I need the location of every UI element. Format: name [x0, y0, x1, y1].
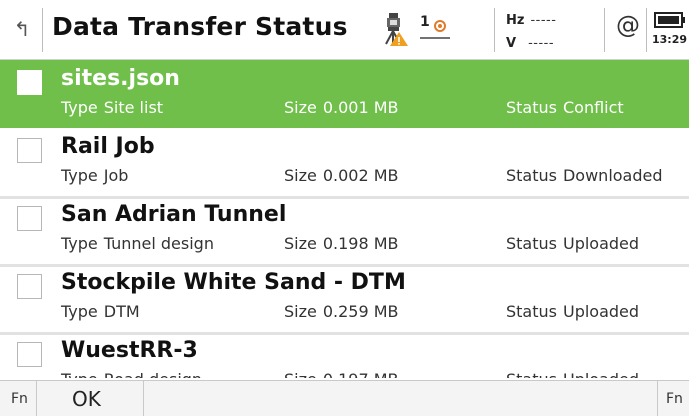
- divider: [657, 381, 658, 416]
- list-item[interactable]: sites.json Type Site list Size 0.001 MB St…: [0, 60, 689, 128]
- divider: [494, 8, 495, 52]
- transfer-list: sites.json Type Site list Size 0.001 MB St…: [0, 60, 689, 378]
- instrument-warning-icon[interactable]: [382, 12, 408, 46]
- row-checkbox[interactable]: [17, 70, 42, 95]
- battery-icon: [654, 12, 685, 28]
- satellite-icon[interactable]: [418, 16, 452, 42]
- item-name: Stockpile White Sand - DTM: [61, 270, 406, 295]
- row-checkbox[interactable]: [17, 342, 42, 367]
- divider: [143, 381, 144, 416]
- hz-readout: Hz -----: [506, 13, 557, 28]
- item-type: Type Tunnel design: [61, 234, 214, 253]
- item-size: Size 0.198 MB: [284, 234, 399, 253]
- item-status: StatusUploaded: [506, 370, 639, 378]
- divider: [36, 381, 37, 416]
- row-checkbox[interactable]: [17, 138, 42, 163]
- item-type: Type Site list: [61, 98, 164, 117]
- list-item[interactable]: Stockpile White Sand - DTM Type DTM Size 0…: [0, 264, 689, 332]
- item-status: StatusUploaded: [506, 302, 640, 321]
- item-status: Status Downloaded: [506, 166, 663, 185]
- title-bar: ↰ Data Transfer Status 1 Hz ----- V ----- …: [0, 0, 689, 60]
- page-title: Data Transfer Status: [52, 12, 348, 41]
- v-readout: V -----: [506, 36, 555, 51]
- item-size: Size 0.002 MB: [284, 166, 399, 185]
- item-name: sites.json: [61, 66, 180, 91]
- at-icon[interactable]: @: [616, 11, 640, 39]
- divider: [42, 8, 43, 52]
- item-size: Size0.197 MB: [284, 370, 399, 378]
- back-arrow-icon[interactable]: ↰: [10, 16, 34, 42]
- item-type: Type DTM: [61, 302, 140, 321]
- item-type: TypeRoad design: [61, 370, 202, 378]
- item-type: Type Job: [61, 166, 129, 185]
- list-item[interactable]: Rail Job Type Job Size 0.002 MB Status Down…: [0, 128, 689, 196]
- fn-left-key[interactable]: Fn: [11, 391, 28, 407]
- fn-right-key[interactable]: Fn: [666, 391, 683, 407]
- divider: [604, 8, 605, 52]
- list-item[interactable]: San Adrian Tunnel Type Tunnel design Size…: [0, 196, 689, 264]
- softkey-bar: Fn OK Fn: [0, 380, 689, 416]
- item-size: Size 0.259 MB: [284, 302, 399, 321]
- row-checkbox[interactable]: [17, 274, 42, 299]
- row-checkbox[interactable]: [17, 206, 42, 231]
- list-item[interactable]: WuestRR-3 TypeRoad design Size0.197 MB S…: [0, 332, 689, 378]
- item-name: Rail Job: [61, 134, 155, 159]
- ok-button[interactable]: OK: [72, 387, 101, 411]
- clock: 13:29: [652, 33, 688, 46]
- divider: [646, 8, 647, 52]
- item-name: San Adrian Tunnel: [61, 202, 287, 227]
- item-status: StatusUploaded: [506, 234, 640, 253]
- item-size: Size 0.001 MB: [284, 98, 399, 117]
- item-name: WuestRR-3: [61, 338, 198, 363]
- item-status: Status Conflict: [506, 98, 624, 117]
